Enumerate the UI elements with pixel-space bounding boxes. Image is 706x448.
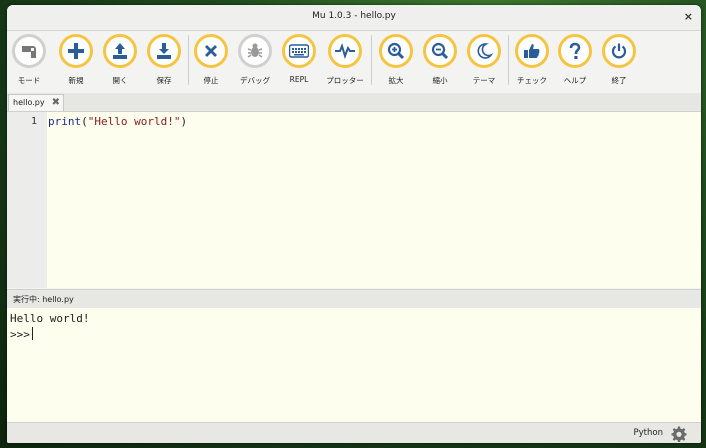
quit-label: 終了 — [611, 76, 627, 85]
power-icon — [611, 43, 627, 59]
close-icon — [205, 45, 217, 57]
question-icon — [569, 42, 581, 59]
theme-button[interactable]: テーマ — [462, 34, 506, 90]
code-paren-open: ( — [81, 115, 88, 128]
plotter-label: プロッター — [326, 76, 364, 85]
repl-prompt: >>> — [10, 328, 30, 341]
plotter-button[interactable]: プロッター — [323, 34, 367, 90]
code-paren-close: ) — [180, 115, 188, 128]
repl-output: Hello world! — [10, 312, 90, 325]
pulse-icon — [335, 43, 355, 59]
quit-button[interactable]: 終了 — [597, 34, 641, 90]
download-icon — [157, 43, 171, 59]
plus-icon — [68, 43, 84, 59]
line-number: 1 — [30, 116, 37, 127]
runner-status-bar: 実行中: hello.py — [7, 289, 701, 309]
window-title: Mu 1.0.3 - hello.py — [312, 11, 396, 21]
repl-prompt-line[interactable]: >>> — [10, 327, 33, 341]
text-cursor — [31, 327, 33, 340]
zoom-out-icon — [431, 42, 449, 60]
gear-icon[interactable] — [671, 426, 687, 442]
keyboard-icon — [289, 44, 309, 58]
moon-icon — [477, 43, 493, 59]
toolbar: モード 新規 開く 保存 停止 デバッグ REPL プロッター 拡大 縮小 テー… — [7, 31, 701, 94]
code-keyword: print — [48, 115, 82, 128]
mode-indicator: Python — [633, 428, 663, 438]
app-window: Mu 1.0.3 - hello.py × モード 新規 開く 保存 停止 デバ… — [7, 5, 701, 443]
tab-hello-py[interactable]: hello.py ✖ — [8, 94, 64, 111]
tab-bar: hello.py ✖ — [7, 93, 701, 112]
bug-icon — [247, 43, 263, 58]
upload-icon — [113, 43, 127, 59]
save-button[interactable]: 保存 — [142, 34, 186, 90]
mode-button[interactable]: モード — [7, 34, 51, 90]
window-close-button[interactable]: × — [684, 10, 693, 23]
repl-pane[interactable]: Hello world! >>> — [7, 308, 701, 422]
tab-label: hello.py — [13, 98, 45, 107]
repl-button[interactable]: REPL — [277, 34, 321, 90]
code-line[interactable]: print("Hello world!") — [48, 115, 187, 128]
tab-close-icon[interactable]: ✖ — [52, 97, 60, 108]
title-bar: Mu 1.0.3 - hello.py × — [7, 5, 701, 31]
thumbs-up-icon — [524, 44, 540, 58]
code-editor[interactable]: 1 print("Hello world!") — [7, 112, 701, 288]
code-string: "Hello world!" — [87, 115, 181, 128]
runner-status-text: 実行中: hello.py — [13, 295, 74, 304]
zoom-in-icon — [387, 42, 405, 60]
line-number-gutter: 1 — [7, 112, 47, 288]
mode-icon — [22, 46, 36, 58]
status-bar: Python — [7, 422, 701, 443]
